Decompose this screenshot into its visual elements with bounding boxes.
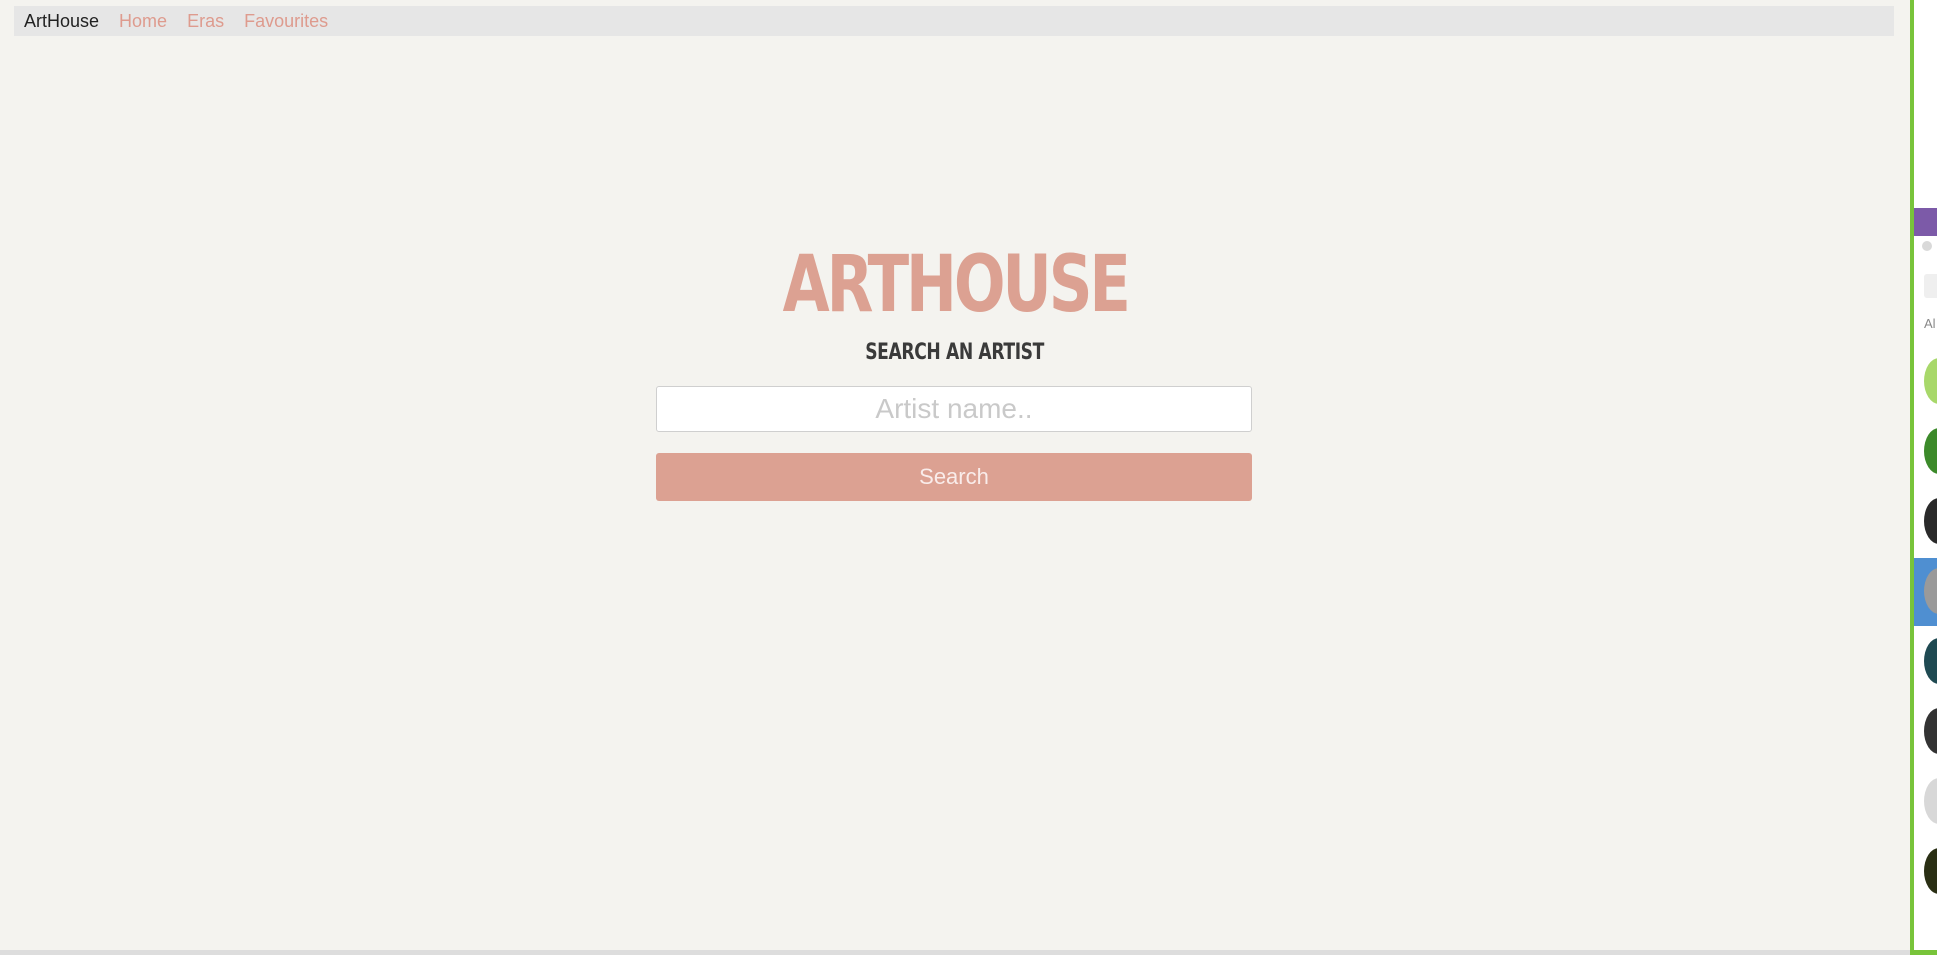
top-navbar: ArtHouse Home Eras Favourites: [14, 6, 1894, 36]
browser-viewport: ArtHouse Home Eras Favourites ARTHOUSE S…: [0, 0, 1910, 955]
artist-search-input[interactable]: [656, 386, 1252, 432]
side-window-header: [1914, 208, 1937, 236]
side-window-edge: Al: [1910, 0, 1937, 955]
nav-link-favourites[interactable]: Favourites: [244, 11, 328, 32]
nav-link-eras[interactable]: Eras: [187, 11, 224, 32]
logo-title: ARTHOUSE: [782, 240, 1130, 330]
page-subtitle: SEARCH AN ARTIST: [0, 340, 1910, 365]
nav-brand[interactable]: ArtHouse: [24, 11, 99, 32]
search-button[interactable]: Search: [656, 453, 1252, 501]
nav-link-home[interactable]: Home: [119, 11, 167, 32]
side-window-label: Al: [1924, 316, 1936, 331]
subtitle-text: SEARCH AN ARTIST: [865, 340, 1045, 365]
bottom-edge: [0, 950, 1910, 955]
side-window-close-icon[interactable]: [1922, 241, 1932, 251]
hero-section: ARTHOUSE SEARCH AN ARTIST: [0, 240, 1910, 365]
side-window-search-field[interactable]: [1924, 274, 1937, 298]
